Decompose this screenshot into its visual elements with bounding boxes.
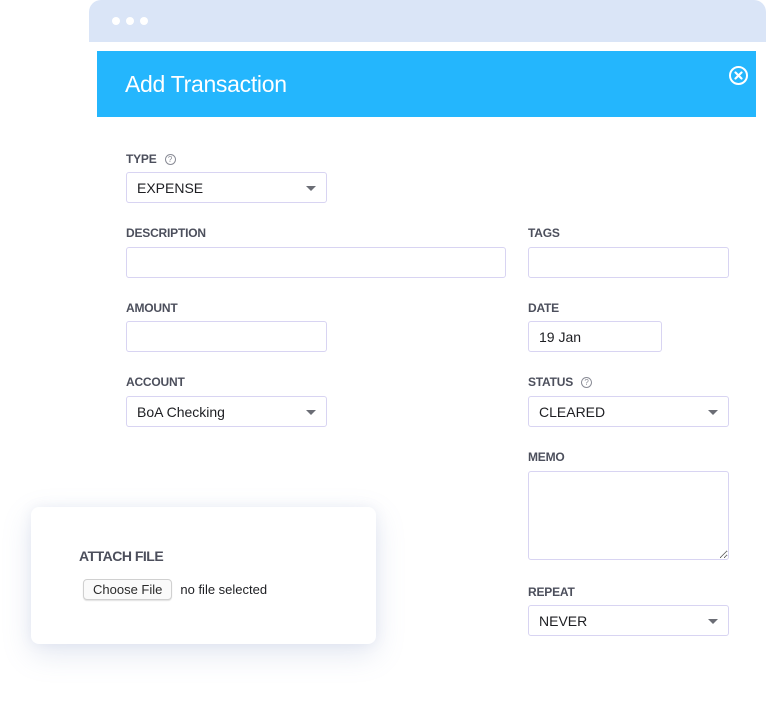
type-select[interactable]: EXPENSE [126, 172, 327, 203]
date-input[interactable]: 19 Jan [528, 321, 662, 352]
window-dot-icon [126, 17, 134, 25]
type-select-value: EXPENSE [137, 179, 204, 196]
help-circle-icon[interactable]: ? [581, 376, 593, 388]
status-label-text: STATUS [528, 375, 574, 389]
memo-label: MEMO [528, 450, 565, 464]
file-status-text: no file selected [180, 582, 268, 597]
tags-label: TAGS [528, 226, 560, 240]
window-dot-icon [140, 17, 148, 25]
chevron-down-icon [306, 410, 316, 415]
window-dot-icon [112, 17, 120, 25]
account-select-value: BoA Checking [137, 403, 225, 420]
status-select-value: CLEARED [539, 403, 606, 420]
dialog-header: Add Transaction [97, 51, 756, 117]
scroll-clip [500, 636, 769, 704]
repeat-select-value: NEVER [539, 612, 588, 629]
amount-label: AMOUNT [126, 301, 178, 315]
window-title-bar [89, 0, 766, 42]
date-label: DATE [528, 301, 559, 315]
amount-input[interactable] [126, 321, 327, 352]
status-select[interactable]: CLEARED [528, 396, 729, 427]
tags-input[interactable] [528, 247, 729, 278]
chevron-down-icon [708, 410, 718, 415]
attach-file-card: ATTACH FILE Choose File no file selected [31, 507, 376, 644]
file-input: Choose File no file selected [83, 579, 267, 600]
repeat-label: REPEAT [528, 585, 575, 599]
type-label: TYPE ? [126, 152, 176, 166]
dialog-title: Add Transaction [125, 71, 287, 97]
account-select[interactable]: BoA Checking [126, 396, 327, 427]
chevron-down-icon [708, 619, 718, 624]
status-label: STATUS ? [528, 375, 593, 389]
type-label-text: TYPE [126, 152, 157, 166]
help-circle-icon[interactable]: ? [164, 153, 176, 165]
close-button[interactable] [729, 66, 748, 85]
description-label: DESCRIPTION [126, 226, 206, 240]
choose-file-button[interactable]: Choose File [83, 579, 173, 600]
window-controls [112, 17, 148, 25]
close-circle-icon [734, 71, 743, 80]
attach-file-label: ATTACH FILE [79, 548, 164, 564]
date-value: 19 Jan [539, 328, 582, 345]
chevron-down-icon [306, 186, 316, 191]
description-input[interactable] [126, 247, 506, 278]
repeat-select[interactable]: NEVER [528, 605, 729, 636]
account-label: ACCOUNT [126, 375, 185, 389]
memo-textarea[interactable] [528, 471, 729, 560]
